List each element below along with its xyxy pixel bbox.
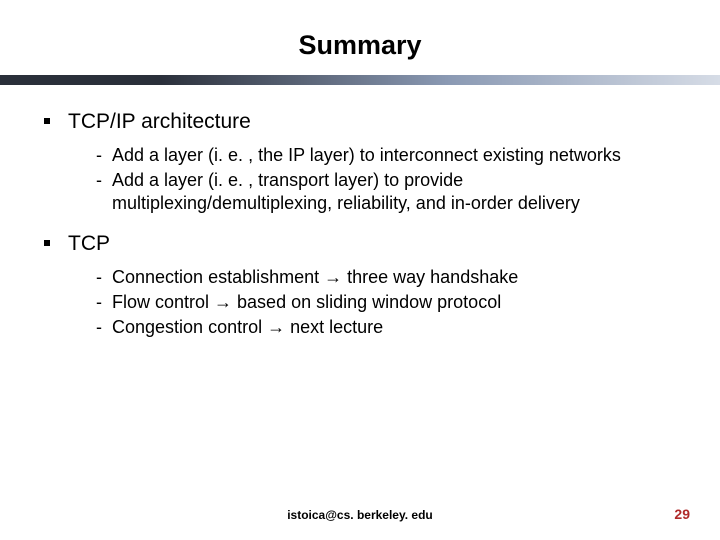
square-bullet-icon bbox=[44, 118, 50, 124]
dash-icon: - bbox=[96, 266, 102, 289]
slide-footer: istoica@cs. berkeley. edu 29 bbox=[0, 508, 720, 522]
bullet-item: TCP bbox=[44, 231, 676, 258]
dash-icon: - bbox=[96, 316, 102, 339]
sub-bullet-text: Flow control → based on sliding window p… bbox=[112, 291, 676, 314]
dash-icon: - bbox=[96, 144, 102, 167]
sub-bullet-item: - Add a layer (i. e. , transport layer) … bbox=[96, 169, 676, 215]
sub-bullet-item: - Connection establishment → three way h… bbox=[96, 266, 676, 289]
page-number: 29 bbox=[674, 506, 690, 522]
sub-bullet-item: - Add a layer (i. e. , the IP layer) to … bbox=[96, 144, 676, 167]
dash-icon: - bbox=[96, 169, 102, 192]
square-bullet-icon bbox=[44, 240, 50, 246]
title-underline bbox=[0, 75, 720, 85]
bullet-item: TCP/IP architecture bbox=[44, 109, 676, 136]
slide-body: TCP/IP architecture - Add a layer (i. e.… bbox=[0, 85, 720, 339]
sub-bullet-item: - Congestion control → next lecture bbox=[96, 316, 676, 339]
sub-bullet-item: - Flow control → based on sliding window… bbox=[96, 291, 676, 314]
slide-title: Summary bbox=[0, 0, 720, 75]
dash-icon: - bbox=[96, 291, 102, 314]
bullet-label: TCP bbox=[68, 231, 110, 258]
bullet-label: TCP/IP architecture bbox=[68, 109, 251, 136]
footer-email: istoica@cs. berkeley. edu bbox=[0, 508, 720, 522]
sub-bullet-text: Congestion control → next lecture bbox=[112, 316, 676, 339]
sub-bullet-text: Add a layer (i. e. , the IP layer) to in… bbox=[112, 144, 676, 167]
sub-bullet-text: Add a layer (i. e. , transport layer) to… bbox=[112, 169, 676, 215]
sub-bullet-text: Connection establishment → three way han… bbox=[112, 266, 676, 289]
